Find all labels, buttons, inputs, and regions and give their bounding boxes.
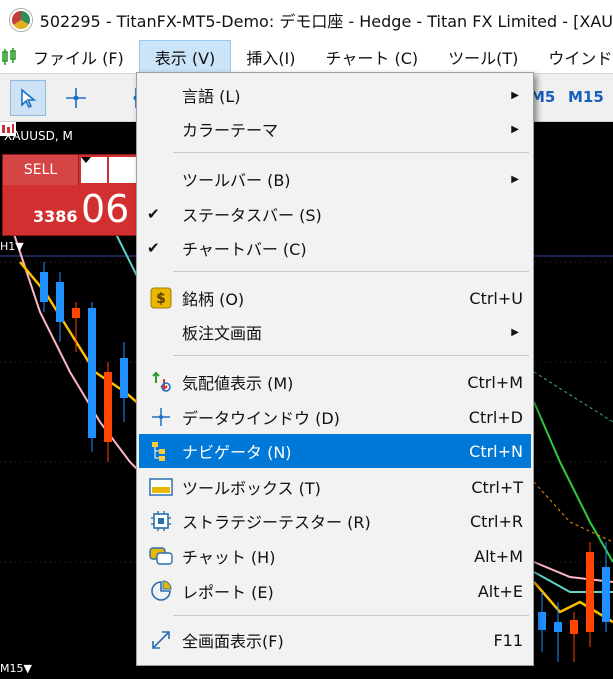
crosshair-icon: [149, 405, 173, 429]
window-title: 502295 - TitanFX-MT5-Demo: デモ口座 - Hedge …: [39, 12, 613, 31]
period-label-h1[interactable]: H1▼: [0, 240, 24, 253]
report-icon: [149, 579, 173, 603]
submenu-arrow-icon: ▶: [511, 89, 519, 101]
candles-right: [538, 542, 610, 662]
submenu-arrow-icon: ▶: [511, 123, 519, 135]
market-watch-icon: [149, 370, 173, 394]
crosshair-tool-icon: [66, 88, 86, 108]
app-logo-icon: [10, 9, 32, 31]
checkmark-icon: ✔: [147, 205, 160, 223]
menu-tools[interactable]: ツール(T): [433, 40, 533, 74]
toolbox-icon: [149, 475, 173, 499]
sell-price-prefix: 3386: [33, 207, 78, 226]
menu-item-status-bar[interactable]: ✔ ステータスバー (S): [139, 197, 531, 231]
menu-item-chat[interactable]: チャット (H) Alt+M: [139, 539, 531, 573]
menu-item-market-watch[interactable]: 気配値表示 (M) Ctrl+M: [139, 365, 531, 399]
menu-item-strategy-tester[interactable]: ストラテジーテスター (R) Ctrl+R: [139, 504, 531, 538]
title-bar: 502295 - TitanFX-MT5-Demo: デモ口座 - Hedge …: [0, 0, 613, 40]
menu-item-fullscreen[interactable]: 全画面表示(F) F11: [139, 623, 531, 657]
chart-symbol-bar: XAUUSD, M: [0, 122, 73, 150]
lot-input[interactable]: [109, 157, 139, 183]
menu-item-data-window[interactable]: データウインドウ (D) Ctrl+D: [139, 400, 531, 434]
menu-item-toolbox[interactable]: ツールボックス (T) Ctrl+T: [139, 470, 531, 504]
period-label-m15[interactable]: M15▼: [0, 662, 32, 675]
menu-bar: ファイル (F) 表示 (V) 挿入(I) チャート (C) ツール(T) ウイ…: [0, 39, 613, 74]
menu-separator: [173, 615, 529, 616]
menu-item-toolbars[interactable]: ツールバー (B) ▶: [139, 162, 531, 196]
menu-item-symbols[interactable]: $ 銘柄 (O) Ctrl+U: [139, 281, 531, 315]
sell-button[interactable]: SELL: [3, 155, 79, 185]
menu-window[interactable]: ウインドウ: [533, 40, 613, 74]
submenu-arrow-icon: ▶: [511, 173, 519, 185]
dollar-icon: $: [149, 286, 173, 310]
chip-icon: [149, 509, 173, 533]
menu-chart[interactable]: チャート (C): [311, 40, 434, 74]
lot-dropdown[interactable]: [81, 157, 107, 183]
cursor-arrow-icon: [21, 88, 37, 109]
chevron-down-icon: [81, 157, 91, 163]
menu-separator: [173, 355, 529, 356]
cursor-arrow-button[interactable]: [10, 80, 46, 116]
menu-item-navigator[interactable]: ナビゲータ (N) Ctrl+N: [139, 434, 531, 468]
submenu-arrow-icon: ▶: [511, 326, 519, 338]
sell-price-pips: 06: [81, 187, 130, 231]
svg-text:$: $: [156, 291, 166, 307]
menu-item-language[interactable]: 言語 (L) ▶: [139, 78, 531, 112]
menu-view[interactable]: 表示 (V): [138, 39, 232, 74]
fullscreen-icon: [149, 628, 173, 652]
candles-left: [40, 262, 128, 462]
chat-icon: [149, 544, 173, 568]
chart-type-icon[interactable]: [0, 122, 16, 136]
view-menu-dropdown: 言語 (L) ▶ カラーテーマ ▶ ツールバー (B) ▶ ✔ ステータスバー …: [136, 72, 534, 666]
menu-separator: [173, 271, 529, 272]
one-click-trading-panel: SELL 3386 06: [2, 154, 139, 236]
navigator-icon: [149, 439, 173, 463]
menu-separator: [173, 152, 529, 153]
menu-item-report[interactable]: レポート (E) Alt+E: [139, 574, 531, 608]
menu-item-chart-bar[interactable]: ✔ チャートバー (C): [139, 231, 531, 265]
candlestick-icon[interactable]: [0, 40, 18, 74]
checkmark-icon: ✔: [147, 239, 160, 257]
menu-file[interactable]: ファイル (F): [18, 40, 139, 74]
crosshair-button[interactable]: [58, 80, 94, 116]
timeframe-m15[interactable]: M15: [568, 88, 604, 106]
menu-item-depth-of-market[interactable]: 板注文画面 ▶: [139, 315, 531, 349]
menu-item-color-theme[interactable]: カラーテーマ ▶: [139, 112, 531, 146]
menu-insert[interactable]: 挿入(I): [231, 40, 310, 74]
